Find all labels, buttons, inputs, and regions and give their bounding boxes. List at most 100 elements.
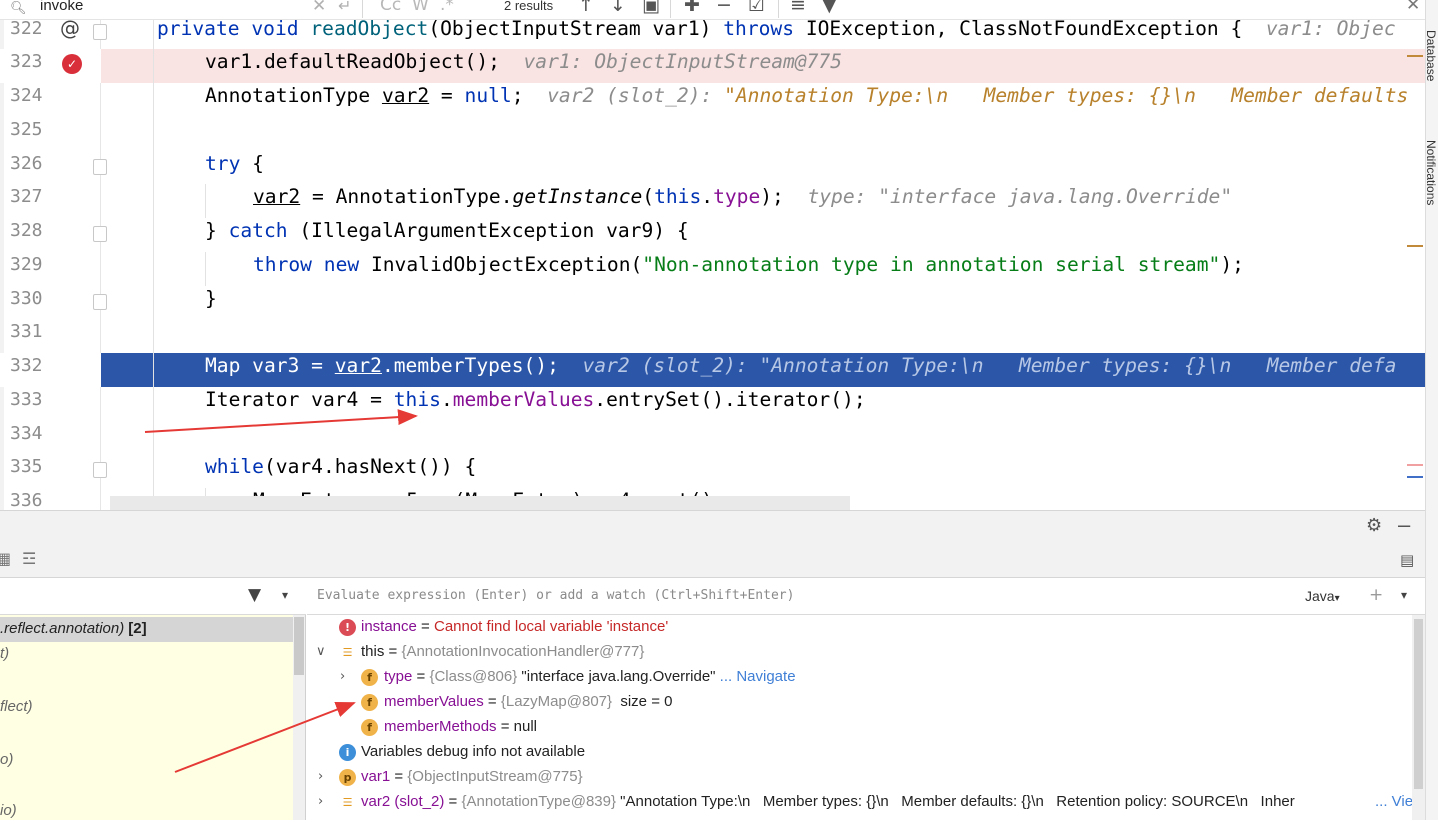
- fold-marker[interactable]: [93, 462, 107, 478]
- line-number: 324: [10, 85, 43, 106]
- gear-icon[interactable]: ⚙: [1366, 515, 1382, 536]
- filter-icon[interactable]: ▼: [822, 0, 837, 16]
- search-icon[interactable]: 🔍︎: [10, 0, 28, 16]
- object-icon: ☰: [342, 646, 353, 659]
- evaluate-expression-input[interactable]: Evaluate expression (Enter) or add a wat…: [317, 588, 794, 603]
- code-line-334[interactable]: 334: [0, 421, 1425, 455]
- regex-toggle[interactable]: .*: [440, 0, 454, 15]
- code-line-332-current[interactable]: 332 Map var3 = var2.memberTypes(); var2 …: [0, 353, 1425, 387]
- frame-item[interactable]: .reflect.annotation) [2]: [0, 617, 295, 642]
- remove-occurrence-icon[interactable]: −: [716, 0, 732, 16]
- code-line-324[interactable]: 324 AnnotationType var2 = null; var2 (sl…: [0, 83, 1425, 117]
- notifications-tool-tab[interactable]: Notifications: [1424, 140, 1438, 205]
- fold-marker[interactable]: [93, 159, 107, 175]
- code-line-335[interactable]: 335 while(var4.hasNext()) {: [0, 454, 1425, 488]
- match-case-toggle[interactable]: Cc: [380, 0, 401, 15]
- variable-row-membermethods[interactable]: f memberMethods = null: [307, 716, 1425, 741]
- code-line-326[interactable]: 326 try {: [0, 151, 1425, 185]
- add-watch-icon[interactable]: +: [1369, 585, 1383, 605]
- view-link[interactable]: ... View: [1375, 793, 1412, 810]
- select-all-occurrences-icon[interactable]: ▣: [642, 0, 660, 16]
- frame-item[interactable]: t): [0, 643, 295, 668]
- code-line-329[interactable]: 329 throw new InvalidObjectException("No…: [0, 252, 1425, 286]
- threads-view-icon[interactable]: ☲: [22, 549, 36, 568]
- variable-row-instance[interactable]: ! instance = Cannot find local variable …: [307, 616, 1425, 641]
- layout-options-icon[interactable]: ▤: [1400, 551, 1414, 569]
- code-text: Map var3 = var2.memberTypes(); var2 (slo…: [205, 354, 1397, 377]
- line-number: 327: [10, 186, 43, 207]
- code-text: private void readObject(ObjectInputStrea…: [157, 20, 1396, 40]
- add-occurrence-icon[interactable]: ✚: [684, 0, 700, 16]
- code-line-331[interactable]: 331: [0, 319, 1425, 353]
- frame-item[interactable]: io): [0, 800, 295, 820]
- variable-row-membervalues[interactable]: f memberValues = {LazyMap@807} size = 0: [307, 691, 1425, 716]
- code-line-328[interactable]: 328 } catch (IllegalArgumentException va…: [0, 218, 1425, 252]
- fold-marker[interactable]: [93, 24, 107, 40]
- stripe-mark[interactable]: [1407, 464, 1423, 466]
- chevron-down-icon[interactable]: ∨: [316, 644, 326, 659]
- variable-row-var2[interactable]: › ☰ var2 (slot_2) = {AnnotationType@839}…: [307, 791, 1412, 816]
- code-text: try {: [205, 152, 264, 175]
- field-icon: f: [361, 669, 378, 686]
- code-text: Iterator var4 = this.memberValues.entryS…: [205, 388, 866, 411]
- variable-row-var1[interactable]: › p var1 = {ObjectInputStream@775}: [307, 766, 1425, 791]
- code-text: var2 = AnnotationType.getInstance(this.t…: [253, 185, 1233, 208]
- field-icon: f: [361, 694, 378, 711]
- debug-toolbar: ▦ ☲ ▤: [0, 543, 1425, 578]
- code-line-330[interactable]: 330 }: [0, 286, 1425, 320]
- scrollbar-thumb[interactable]: [1414, 619, 1423, 789]
- search-input[interactable]: invoke: [40, 0, 83, 14]
- chevron-right-icon[interactable]: ›: [340, 669, 345, 684]
- separator: [778, 0, 779, 18]
- code-line-325[interactable]: 325: [0, 117, 1425, 151]
- chevron-down-icon[interactable]: ▾: [282, 588, 288, 602]
- implements-icon[interactable]: @: [60, 20, 80, 40]
- prev-occurrence-icon[interactable]: ↑: [578, 0, 594, 16]
- frames-toolbar: ▼ ▾: [0, 578, 306, 615]
- replace-toggle-icon[interactable]: ↵: [338, 0, 351, 16]
- code-line-333[interactable]: 333 Iterator var4 = this.memberValues.en…: [0, 387, 1425, 421]
- code-text: throw new InvalidObjectException("Non-an…: [253, 253, 1244, 276]
- code-editor[interactable]: 322 @ private void readObject(ObjectInpu…: [0, 20, 1425, 510]
- right-tool-strip: Database Notifications: [1424, 0, 1438, 820]
- navigate-link[interactable]: ... Navigate: [716, 668, 796, 685]
- code-text: }: [205, 287, 217, 310]
- stripe-mark[interactable]: [1407, 245, 1423, 247]
- variables-scrollbar[interactable]: [1412, 615, 1425, 820]
- whole-word-toggle[interactable]: W: [412, 0, 429, 15]
- database-tool-tab[interactable]: Database: [1424, 30, 1438, 81]
- frames-scrollbar[interactable]: [293, 615, 305, 820]
- filter-options-icon[interactable]: ≡: [790, 0, 806, 16]
- close-icon[interactable]: ✕: [1406, 0, 1420, 15]
- code-line-327[interactable]: 327 var2 = AnnotationType.getInstance(th…: [0, 184, 1425, 218]
- select-all-icon[interactable]: ☑: [748, 0, 765, 16]
- indent-guide: [205, 252, 206, 286]
- chevron-right-icon[interactable]: ›: [318, 769, 323, 784]
- breakpoint-icon[interactable]: ✓: [62, 54, 82, 74]
- frame-item[interactable]: o): [0, 749, 295, 774]
- variable-row-type[interactable]: › f type = {Class@806} "interface java.l…: [307, 666, 1425, 691]
- chevron-right-icon[interactable]: ›: [318, 794, 323, 809]
- frames-view-icon[interactable]: ▦: [0, 549, 11, 568]
- chevron-down-icon[interactable]: ▾: [1401, 588, 1407, 602]
- stripe-mark[interactable]: [1407, 55, 1423, 57]
- clear-search-icon[interactable]: ✕: [312, 0, 326, 16]
- code-line-323[interactable]: 323 ✓ var1.defaultReadObject(); var1: Ob…: [0, 49, 1425, 83]
- code-line-322[interactable]: 322 @ private void readObject(ObjectInpu…: [0, 20, 1425, 50]
- scrollbar-thumb[interactable]: [294, 617, 304, 675]
- variable-row-this[interactable]: ∨ ☰ this = {AnnotationInvocationHandler@…: [307, 641, 1425, 666]
- stripe-mark[interactable]: [1407, 476, 1423, 478]
- code-text: } catch (IllegalArgumentException var9) …: [205, 219, 689, 242]
- fold-marker[interactable]: [93, 294, 107, 310]
- language-selector[interactable]: Java▾: [1305, 588, 1340, 604]
- next-occurrence-icon[interactable]: ↓: [610, 0, 626, 16]
- chevron-down-icon: ▾: [1334, 593, 1340, 604]
- frame-item[interactable]: flect): [0, 696, 295, 721]
- fold-marker[interactable]: [93, 226, 107, 242]
- filter-icon[interactable]: ▼: [248, 585, 261, 605]
- info-icon: i: [339, 744, 356, 761]
- minimize-icon[interactable]: –: [1398, 512, 1410, 538]
- separator: [362, 0, 363, 18]
- horizontal-scrollbar[interactable]: [110, 496, 850, 510]
- indent-guide: [153, 20, 154, 510]
